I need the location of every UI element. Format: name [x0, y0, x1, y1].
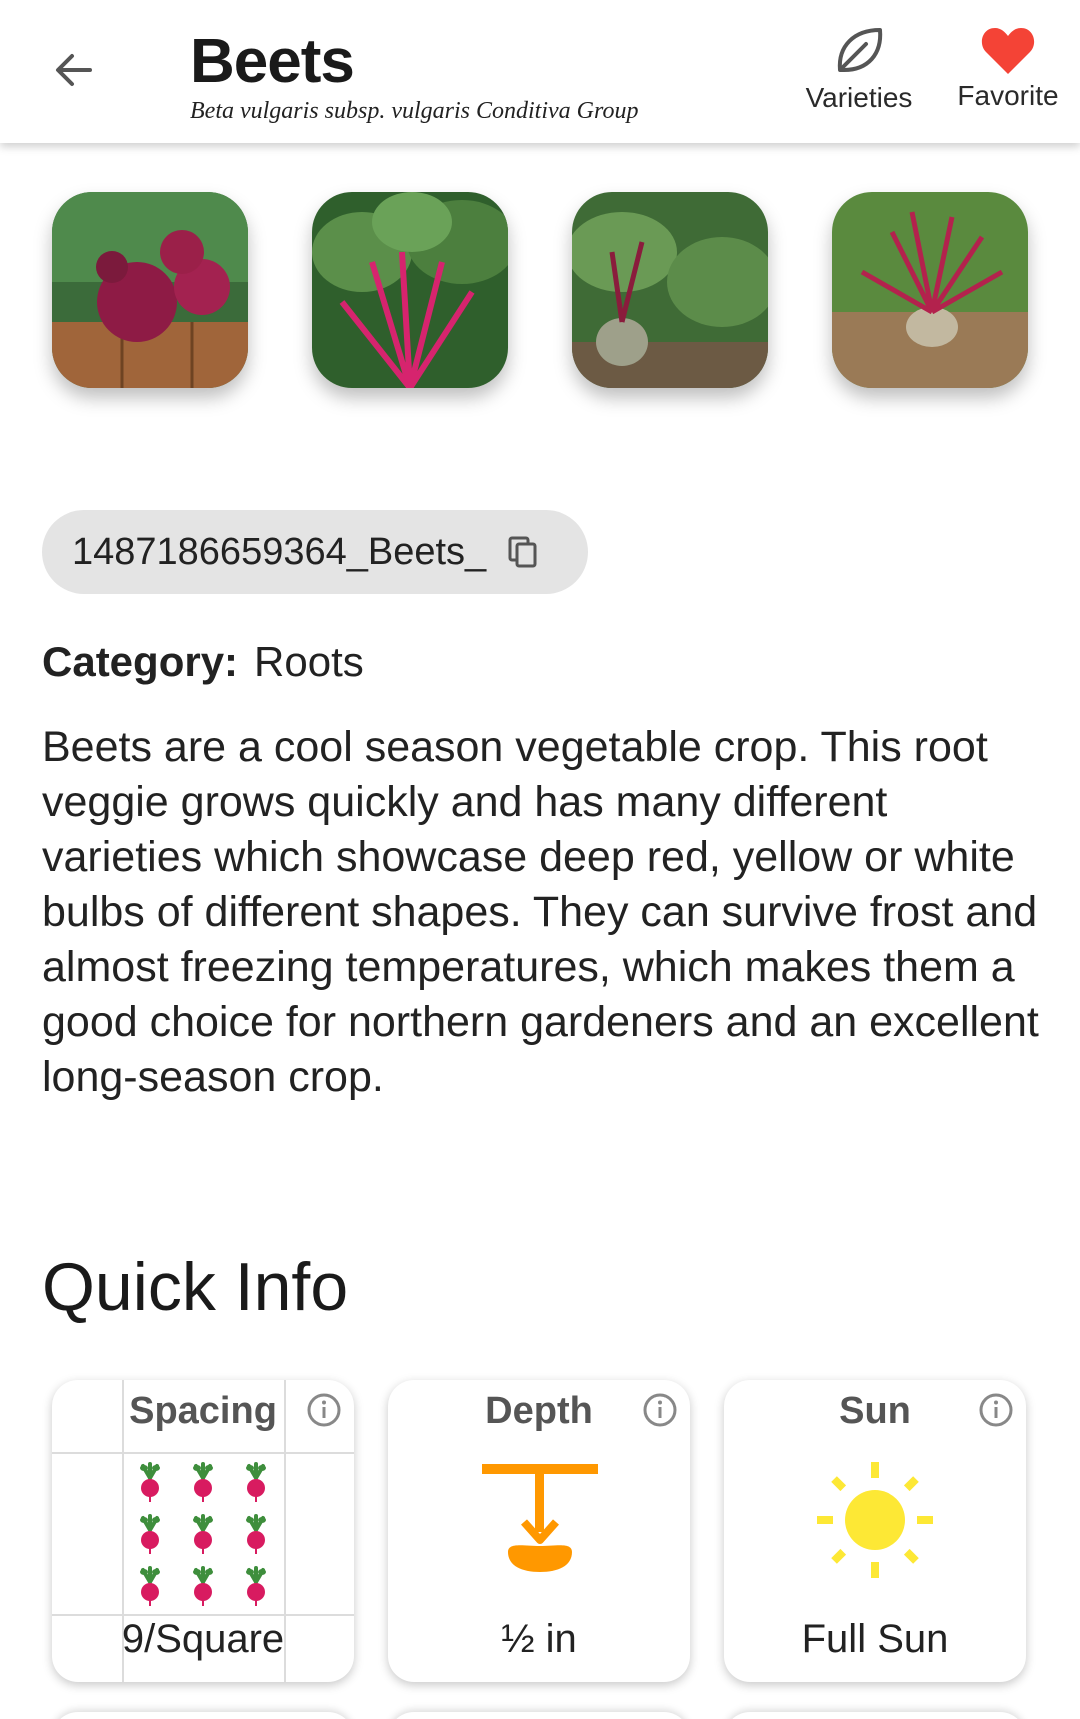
next-card — [388, 1712, 690, 1719]
seed-depth-icon — [482, 1464, 598, 1572]
next-card — [724, 1712, 1026, 1719]
depth-card[interactable]: Depth ½ in — [388, 1380, 690, 1682]
favorite-button[interactable]: Favorite — [952, 24, 1064, 112]
favorite-label: Favorite — [957, 80, 1059, 111]
gallery-image-3[interactable] — [572, 192, 768, 388]
plant-description: Beets are a cool season vegetable crop. … — [42, 723, 1039, 1101]
depth-value: ½ in — [501, 1617, 577, 1661]
scientific-name: Beta vulgaris subsp. vulgaris Conditiva … — [190, 98, 639, 124]
leaf-icon — [837, 28, 883, 72]
beets-garden-photo — [572, 192, 768, 388]
arrow-back-icon — [56, 54, 92, 86]
app-header: Beets Beta vulgaris subsp. vulgaris Cond… — [0, 0, 1080, 143]
back-button[interactable] — [44, 40, 104, 100]
sun-value: Full Sun — [801, 1617, 949, 1661]
varieties-label: Varieties — [805, 82, 913, 113]
gallery-image-1[interactable] — [52, 192, 248, 388]
spacing-card[interactable]: Spacing 9/Square — [52, 1380, 354, 1682]
category-line: Category: Roots — [42, 638, 364, 686]
gallery-image-4[interactable] — [832, 192, 1028, 388]
gallery-image-2[interactable] — [312, 192, 508, 388]
copy-icon[interactable] — [508, 536, 538, 568]
sun-card[interactable]: Sun Full Sun — [724, 1380, 1026, 1682]
varieties-button[interactable]: Varieties — [800, 24, 918, 114]
info-icon[interactable] — [306, 1392, 342, 1433]
category-label: Category: — [42, 638, 239, 685]
spacing-value: 9/Square — [121, 1617, 285, 1661]
heart-icon — [981, 28, 1035, 74]
beet-leaves-photo — [312, 192, 508, 388]
next-card — [52, 1712, 354, 1719]
beets-photo — [52, 192, 248, 388]
sun-icon — [817, 1462, 933, 1578]
plant-id-text: 1487186659364_Beets_ — [72, 530, 487, 573]
info-icon[interactable] — [642, 1392, 678, 1433]
category-value: Roots — [254, 638, 364, 685]
plant-id-chip[interactable]: 1487186659364_Beets_ — [42, 510, 588, 594]
page-title: Beets — [190, 27, 355, 96]
grid-line — [52, 1452, 354, 1454]
quick-info-title: Quick Info — [42, 1249, 349, 1325]
info-icon[interactable] — [978, 1392, 1014, 1433]
beet-grid-icon — [138, 1462, 268, 1608]
beet-soil-photo — [832, 192, 1028, 388]
grid-line — [52, 1614, 354, 1616]
